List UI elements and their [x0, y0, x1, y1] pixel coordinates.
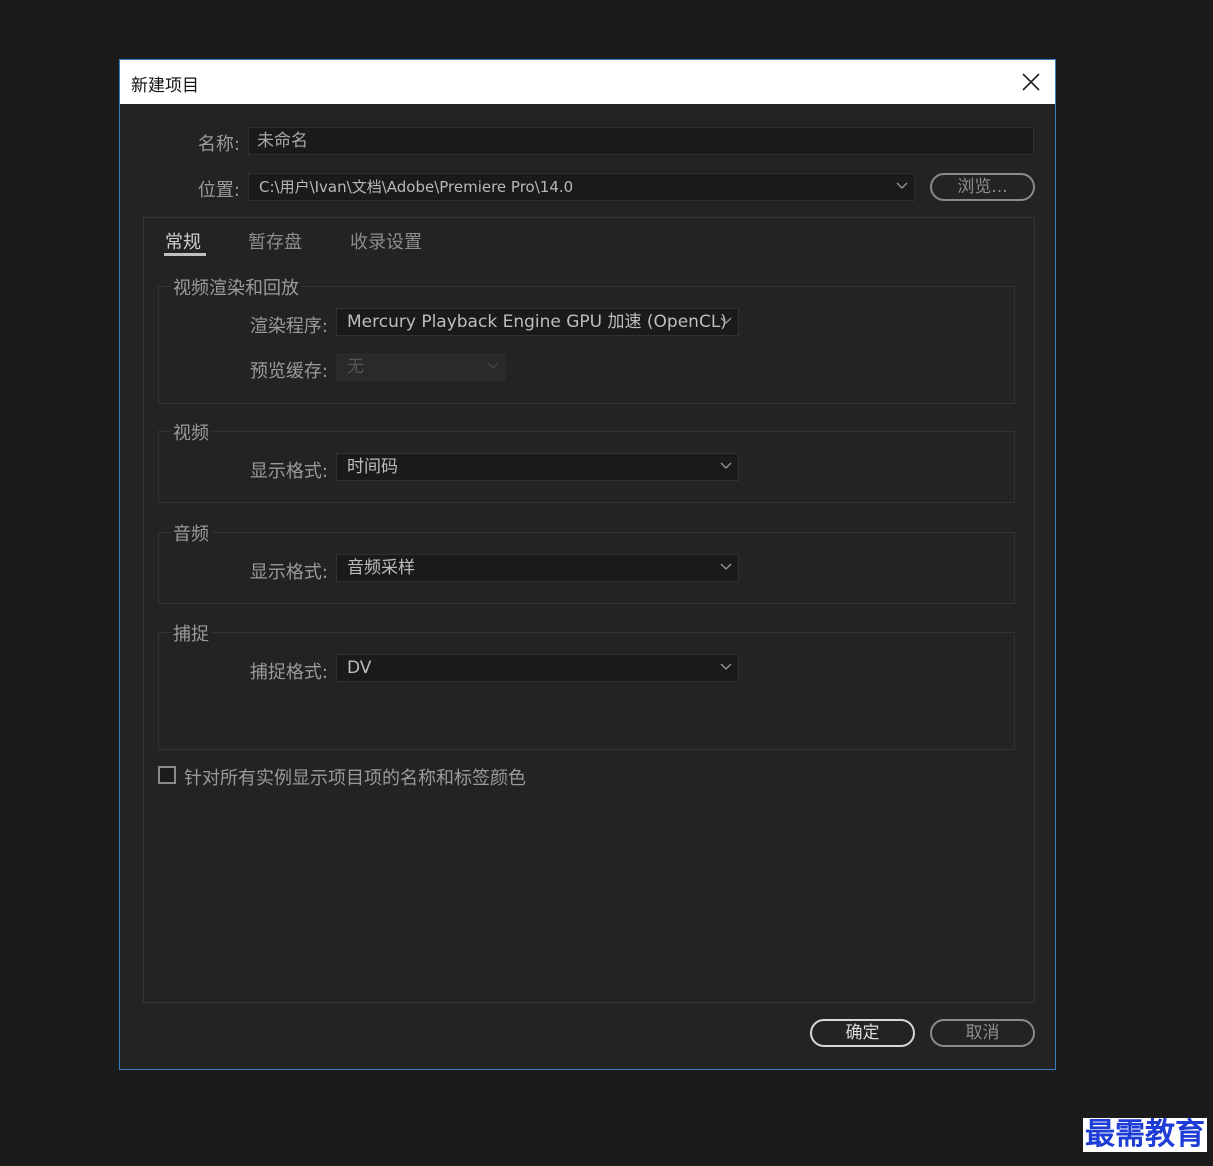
capture-group-title: 捕捉 [171, 620, 211, 646]
video-display-format-dropdown[interactable]: 时间码 [336, 453, 739, 481]
dialog-title: 新建项目 [131, 76, 199, 96]
chevron-down-icon [720, 663, 732, 670]
preview-cache-label: 预览缓存: [249, 361, 328, 382]
capture-format-label: 捕捉格式: [249, 662, 328, 683]
name-label: 名称: [197, 134, 240, 155]
chevron-down-icon [487, 362, 499, 369]
audio-group-title: 音频 [171, 520, 211, 546]
renderer-dropdown[interactable]: Mercury Playback Engine GPU 加速 (OpenCL) [336, 308, 739, 336]
audio-display-format-value: 音频采样 [347, 558, 415, 578]
chevron-down-icon [896, 182, 908, 189]
browse-button[interactable]: 浏览... [930, 173, 1035, 201]
renderer-value: Mercury Playback Engine GPU 加速 (OpenCL) [347, 312, 727, 332]
video-group-title: 视频 [171, 419, 211, 445]
preview-cache-value: 无 [347, 357, 364, 377]
tab-general[interactable]: 常规 [165, 228, 201, 254]
render-group-title: 视频渲染和回放 [171, 274, 301, 300]
capture-format-value: DV [347, 658, 372, 678]
close-icon[interactable] [1015, 66, 1047, 98]
show-label-color-label: 针对所有实例显示项目项的名称和标签颜色 [184, 768, 526, 789]
cancel-button[interactable]: 取消 [930, 1019, 1035, 1047]
video-display-format-value: 时间码 [347, 457, 398, 477]
capture-group [158, 632, 1015, 750]
capture-format-dropdown[interactable]: DV [336, 654, 739, 682]
audio-display-format-label: 显示格式: [249, 562, 328, 583]
audio-display-format-dropdown[interactable]: 音频采样 [336, 554, 739, 582]
project-name-input[interactable]: 未命名 [248, 127, 1034, 155]
title-bar: 新建项目 [120, 60, 1055, 104]
render-playback-group [158, 286, 1015, 404]
video-display-format-label: 显示格式: [249, 461, 328, 482]
location-label: 位置: [197, 180, 240, 201]
new-project-dialog: 新建项目 名称: 未命名 位置: C:\用户\Ivan\文档\Adobe\Pre… [119, 59, 1056, 1070]
location-dropdown[interactable]: C:\用户\Ivan\文档\Adobe\Premiere Pro\14.0 [248, 173, 915, 201]
location-value: C:\用户\Ivan\文档\Adobe\Premiere Pro\14.0 [259, 178, 574, 196]
watermark-logo: 最需教育 [1083, 1117, 1207, 1152]
tab-ingest-settings[interactable]: 收录设置 [350, 228, 422, 254]
active-tab-underline [164, 253, 206, 256]
preview-cache-dropdown: 无 [336, 353, 506, 381]
chevron-down-icon [720, 563, 732, 570]
chevron-down-icon [720, 462, 732, 469]
renderer-label: 渲染程序: [249, 316, 328, 337]
settings-panel: 常规 暂存盘 收录设置 视频渲染和回放 渲染程序: Mercury Playba… [143, 217, 1035, 1003]
show-label-color-checkbox[interactable] [158, 766, 176, 784]
chevron-down-icon [720, 317, 732, 324]
tab-scratch-disks[interactable]: 暂存盘 [248, 228, 302, 254]
ok-button[interactable]: 确定 [810, 1019, 915, 1047]
